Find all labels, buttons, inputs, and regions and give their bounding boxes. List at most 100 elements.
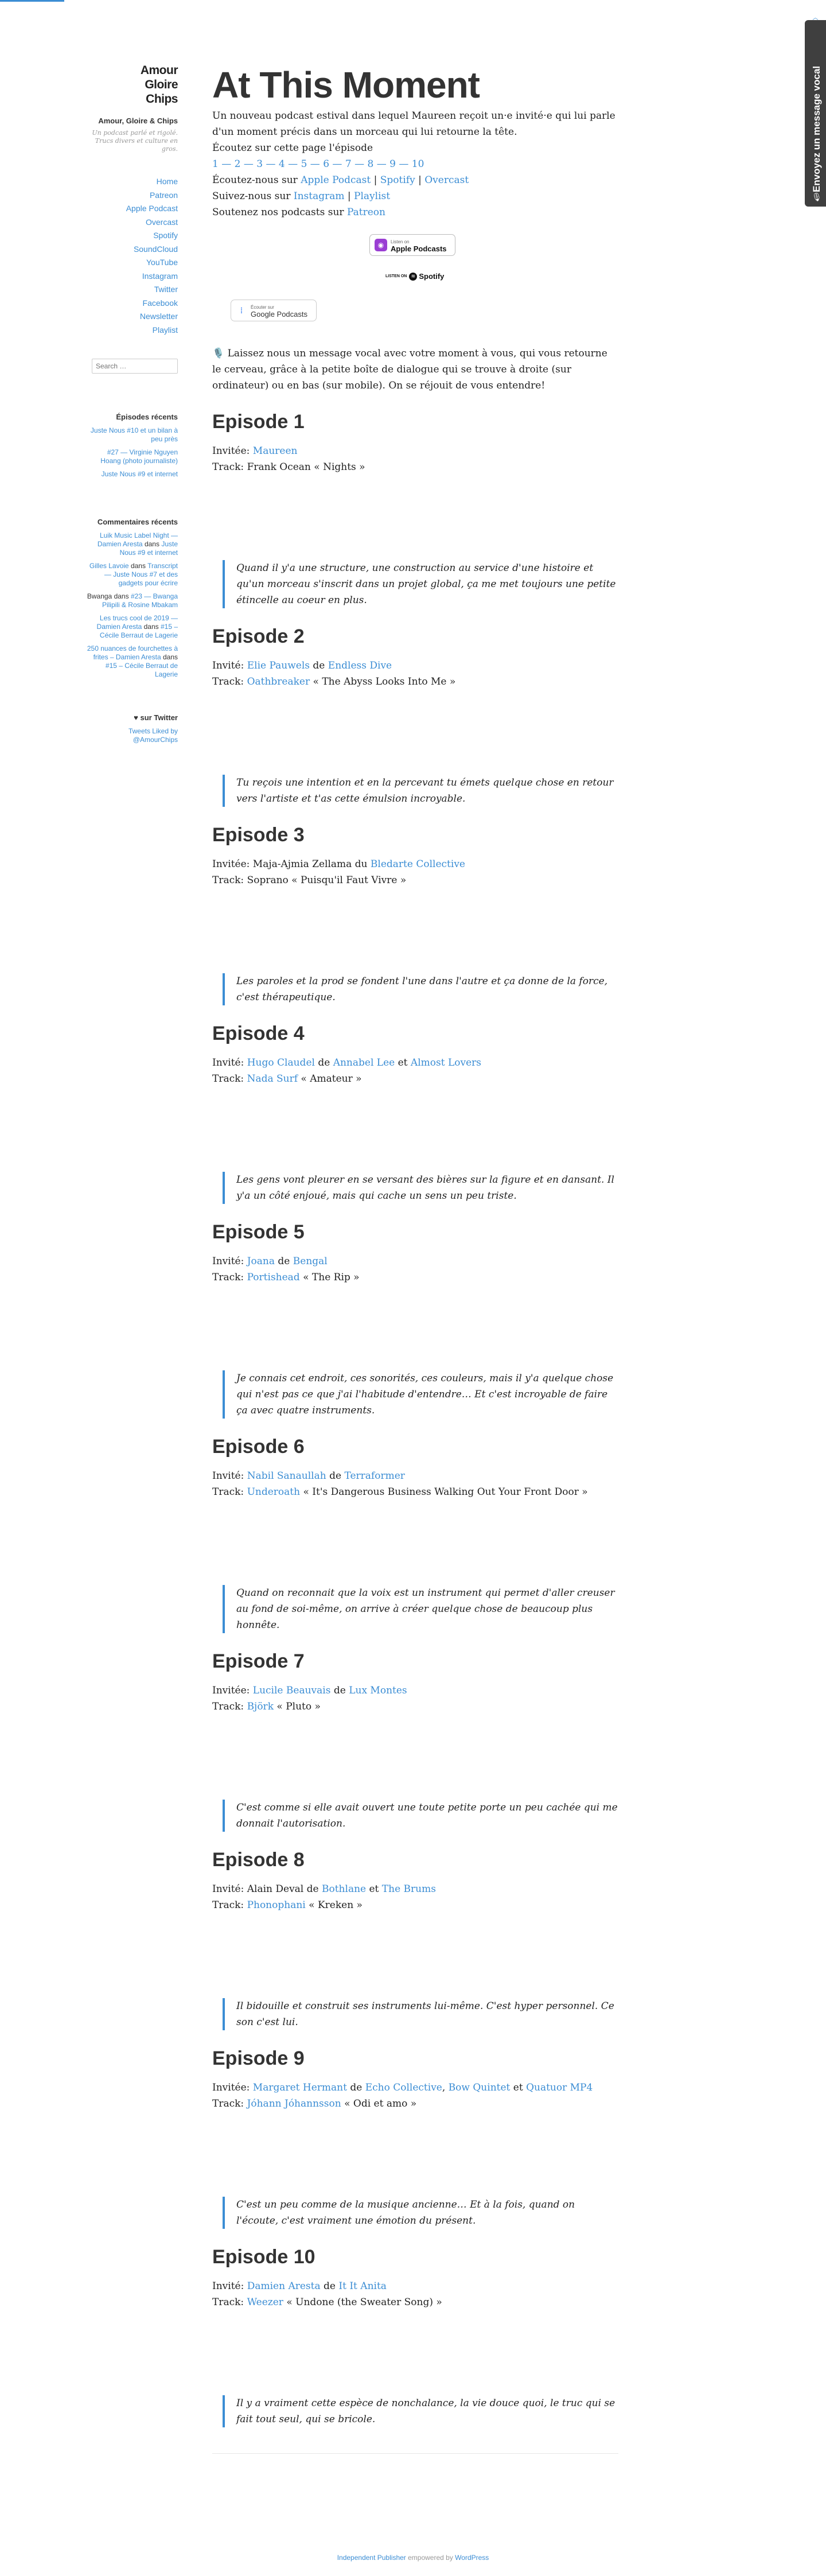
track-artist-link[interactable]: Nada Surf — [247, 1073, 298, 1085]
episode-quote: Quand on reconnait que la voix est un in… — [223, 1585, 618, 1633]
track-artist-link[interactable]: Phonophani — [247, 1899, 306, 1911]
spotify-icon: ≋ — [409, 272, 418, 281]
site-footer: Independent Publisher empowered by WordP… — [0, 2554, 826, 2562]
episode-number-link[interactable]: 10 — [412, 158, 424, 170]
episode-number-link[interactable]: 3 — [256, 158, 263, 170]
comment-sep: dans — [162, 653, 178, 661]
recent-post-link[interactable]: Juste Nous #10 et un bilan à peu près — [86, 426, 178, 444]
recent-post-link[interactable]: Juste Nous #9 et internet — [86, 470, 178, 479]
nav-item-facebook[interactable]: Facebook — [86, 297, 178, 310]
theme-link[interactable]: Independent Publisher — [337, 2554, 406, 2562]
nav-item-playlist[interactable]: Playlist — [86, 324, 178, 337]
guest-text: Maja-Ajmia Zellama du — [252, 858, 371, 870]
guest-link[interactable]: Endless Dive — [328, 660, 392, 671]
episode-title: Episode 7 — [212, 1650, 305, 1672]
spotify-link[interactable]: Spotify — [380, 174, 415, 186]
chevron-up-icon[interactable]: ︿ — [805, 13, 826, 21]
episode-section: Episode 1 Invitée: Maureen Track: Frank Oc… — [212, 410, 618, 624]
site-description: Un podcast parlé et rigolé. Trucs divers… — [92, 129, 178, 153]
playlist-link[interactable]: Playlist — [354, 191, 390, 202]
site-name[interactable]: Amour, Gloire & Chips — [86, 116, 178, 126]
nav-item-soundcloud[interactable]: SoundCloud — [86, 243, 178, 257]
episode-section: Episode 7 Invitée: Lucile Beauvais de Lux… — [212, 1649, 618, 1848]
guest-link[interactable]: Echo Collective — [365, 2082, 442, 2093]
guest-link[interactable]: It It Anita — [338, 2280, 387, 2292]
guest-link[interactable]: Joana — [247, 1256, 275, 1267]
episode-credits: Invité: Elie Pauwels de Endless Dive Trac… — [212, 658, 618, 690]
episode-quote: Les paroles et la prod se fondent l'une … — [223, 973, 618, 1005]
episode-section: Episode 6 Invité: Nabil Sanaullah de Terr… — [212, 1435, 618, 1649]
episode-title: Episode 3 — [212, 824, 305, 846]
guest-link[interactable]: Maureen — [253, 445, 298, 457]
apple-podcast-link[interactable]: Apple Podcast — [301, 174, 371, 186]
guest-text: de — [275, 1256, 293, 1267]
guest-link[interactable]: Bledarte Collective — [371, 858, 465, 870]
recent-comment: Bwanga dans #23 — Bwanga Pilipili & Rosi… — [86, 592, 178, 609]
episode-number-link[interactable]: 5 — [301, 158, 307, 170]
episode-number-link[interactable]: 6 — [323, 158, 329, 170]
guest-link[interactable]: Margaret Hermant — [253, 2082, 347, 2093]
search-input[interactable] — [92, 359, 178, 374]
wordpress-link[interactable]: WordPress — [455, 2554, 489, 2562]
episode-credits: Invitée: Margaret Hermant de Echo Collec… — [212, 2080, 618, 2112]
track-artist-link[interactable]: Portishead — [247, 1272, 300, 1283]
spotify-badge[interactable]: LISTEN ON ≋ Spotify — [385, 272, 444, 281]
comment-author-link[interactable]: Gilles Lavoie — [89, 562, 129, 570]
recent-post-link[interactable]: #27 — Virginie Nguyen Hoang (photo journ… — [86, 448, 178, 465]
episode-number-link[interactable]: 1 — [212, 158, 219, 170]
episode-quote: C'est un peu comme de la musique ancienn… — [223, 2197, 618, 2229]
guest-link[interactable]: Bow Quintet — [449, 2082, 511, 2093]
guest-link[interactable]: Bengal — [293, 1256, 328, 1267]
apple-podcasts-icon: ◉ — [375, 239, 387, 251]
episode-credits: Invitée: Lucile Beauvais de Lux Montes Tr… — [212, 1683, 618, 1715]
google-podcasts-badge[interactable]: ⁞ Écouter sur Google Podcasts — [231, 300, 317, 321]
episode-number-link[interactable]: 7 — [345, 158, 352, 170]
track-artist-link[interactable]: Weezer — [247, 2297, 283, 2308]
guest-link[interactable]: Hugo Claudel — [247, 1057, 315, 1069]
episode-number-link[interactable]: 4 — [279, 158, 285, 170]
guest-link[interactable]: The Brums — [382, 1883, 436, 1895]
episode-credits: Invitée: Maja-Ajmia Zellama du Bledarte … — [212, 856, 618, 888]
guest-link[interactable]: Damien Aresta — [247, 2280, 321, 2292]
twitter-likes-link[interactable]: Tweets Liked by @AmourChips — [86, 727, 178, 744]
guest-link[interactable]: Almost Lovers — [411, 1057, 481, 1069]
episode-number-link[interactable]: 2 — [235, 158, 241, 170]
comment-post-link[interactable]: #15 – Cécile Berraut de Lagerie — [106, 662, 178, 678]
track-label: Track: — [212, 875, 244, 886]
nav-item-youtube[interactable]: YouTube — [86, 256, 178, 270]
nav-item-home[interactable]: Home — [86, 175, 178, 189]
nav-item-patreon[interactable]: Patreon — [86, 189, 178, 203]
guest-link[interactable]: Lux Montes — [349, 1685, 407, 1696]
track-artist-link[interactable]: Underoath — [247, 1486, 301, 1498]
nav-item-spotify[interactable]: Spotify — [86, 229, 178, 243]
episode-number-link[interactable]: 9 — [389, 158, 396, 170]
track-artist-link[interactable]: Björk — [247, 1701, 274, 1712]
guest-link[interactable]: Lucile Beauvais — [253, 1685, 331, 1696]
overcast-link[interactable]: Overcast — [424, 174, 469, 186]
guest-link[interactable]: Terraformer — [344, 1470, 404, 1482]
guest-link[interactable]: Bothlane — [322, 1883, 366, 1895]
nav-item-apple-podcast[interactable]: Apple Podcast — [86, 202, 178, 216]
voice-message-tab[interactable]: Envoyez un message vocal 🎙 — [805, 20, 826, 207]
nav-item-instagram[interactable]: Instagram — [86, 270, 178, 283]
instagram-link[interactable]: Instagram — [294, 191, 345, 202]
guest-link[interactable]: Elie Pauwels — [247, 660, 310, 671]
guest-link[interactable]: Annabel Lee — [333, 1057, 395, 1069]
track-artist-link[interactable]: Jóhann Jóhannsson — [247, 2098, 341, 2109]
track-text: « Amateur » — [298, 1073, 362, 1085]
track-artist-link[interactable]: Oathbreaker — [247, 676, 310, 687]
track-label: Track: — [212, 461, 244, 473]
site-title[interactable]: Amour Gloire Chips — [132, 63, 178, 106]
apple-podcasts-badge[interactable]: ◉ Listen on Apple Podcasts — [369, 234, 455, 256]
episode-number-link[interactable]: 8 — [367, 158, 373, 170]
guest-text: et — [510, 2082, 527, 2093]
nav-item-newsletter[interactable]: Newsletter — [86, 310, 178, 324]
nav-item-twitter[interactable]: Twitter — [86, 283, 178, 297]
guest-link[interactable]: Quatuor MP4 — [526, 2082, 593, 2093]
guest-link[interactable]: Nabil Sanaullah — [247, 1470, 326, 1482]
episode-quote: Les gens vont pleurer en se versant des … — [223, 1172, 618, 1204]
episode-credits: Invité: Damien Aresta de It It Anita Trac… — [212, 2278, 618, 2310]
recent-comment: Gilles Lavoie dans Transcript — Juste No… — [86, 562, 178, 588]
nav-item-overcast[interactable]: Overcast — [86, 216, 178, 230]
patreon-link[interactable]: Patreon — [347, 207, 385, 218]
